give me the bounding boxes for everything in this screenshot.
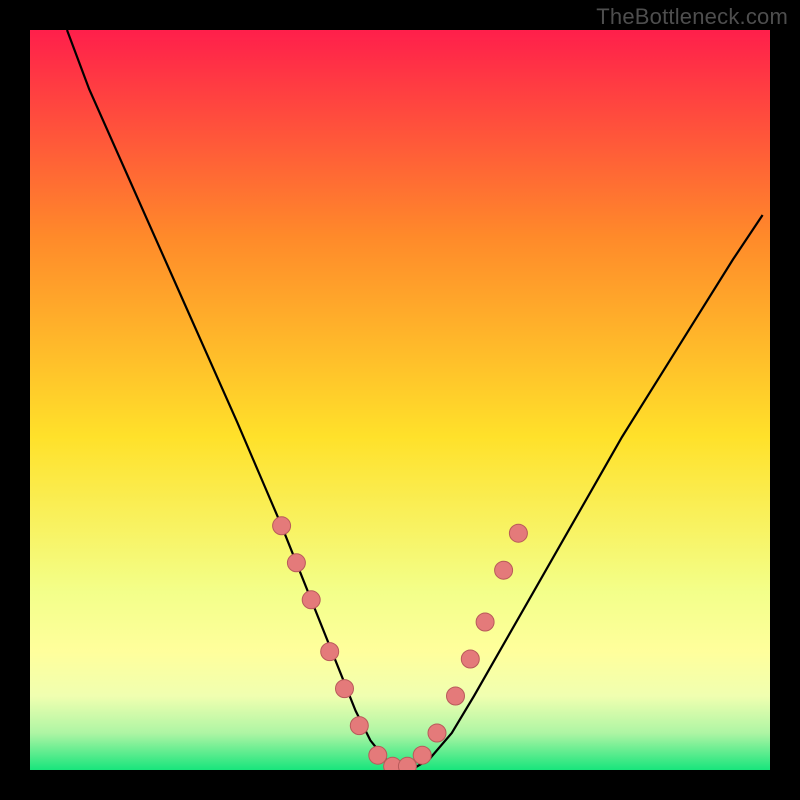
curve-marker (350, 717, 368, 735)
curve-marker (273, 517, 291, 535)
curve-marker (476, 613, 494, 631)
curve-marker (447, 687, 465, 705)
curve-marker (413, 746, 431, 764)
curve-marker (287, 554, 305, 572)
curve-marker (428, 724, 446, 742)
curve-marker (302, 591, 320, 609)
curve-marker (461, 650, 479, 668)
chart-frame: TheBottleneck.com (0, 0, 800, 800)
curve-marker (336, 680, 354, 698)
bottleneck-chart (30, 30, 770, 770)
curve-marker (321, 643, 339, 661)
gradient-background (30, 30, 770, 770)
curve-marker (495, 561, 513, 579)
curve-marker (509, 524, 527, 542)
curve-marker (369, 746, 387, 764)
watermark-text: TheBottleneck.com (596, 4, 788, 30)
plot-area (30, 30, 770, 770)
